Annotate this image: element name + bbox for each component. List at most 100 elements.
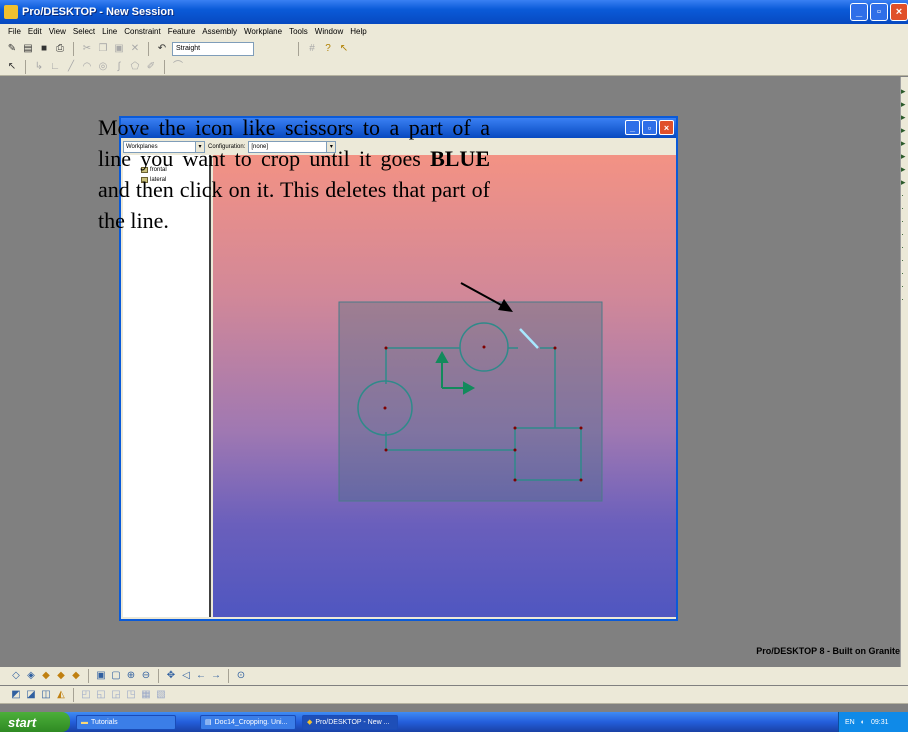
shaded-edges-icon[interactable]: ◆ bbox=[55, 670, 67, 682]
word-doc-icon: ▤ bbox=[205, 719, 212, 726]
save-icon[interactable]: ■ bbox=[38, 43, 50, 55]
pan-icon[interactable]: ✥ bbox=[165, 670, 177, 682]
minimize-button[interactable]: _ bbox=[850, 3, 868, 21]
pattern-icon[interactable]: ▦ bbox=[140, 689, 152, 701]
chamfer-icon[interactable]: ◱ bbox=[95, 689, 107, 701]
diagonal-line-icon[interactable]: ╱ bbox=[65, 61, 77, 73]
zoom-in-icon[interactable]: ⊕ bbox=[125, 670, 137, 682]
menu-tools[interactable]: Tools bbox=[289, 27, 308, 36]
polygon-tool-icon[interactable]: ⬠ bbox=[129, 61, 141, 73]
mirror-icon[interactable]: ▧ bbox=[155, 689, 167, 701]
standard-toolbar: ✎ ▤ ■ ⎙ ✂ ❐ ▣ ✕ ↶ Straight # ? ↖ bbox=[0, 39, 908, 58]
menu-view[interactable]: View bbox=[49, 27, 66, 36]
whats-this-icon[interactable]: ↖ bbox=[338, 43, 350, 55]
task-tutorials[interactable]: ▬ Tutorials bbox=[76, 714, 176, 730]
pencil-icon[interactable]: ✎ bbox=[6, 43, 18, 55]
folder-icon: ▬ bbox=[81, 718, 88, 726]
render-view-icon[interactable]: ◆ bbox=[70, 670, 82, 682]
cut-icon[interactable]: ✂ bbox=[81, 43, 93, 55]
task-label: Doc14_Cropping. Uni... bbox=[214, 718, 288, 726]
print-icon[interactable]: ⎙ bbox=[54, 43, 66, 55]
shell-icon[interactable]: ◲ bbox=[110, 689, 122, 701]
sketch-toolbar: ↖ ↳ ∟ ╱ ◠ ◎ ∫ ⬠ ✐ ⌒ bbox=[0, 58, 908, 76]
toolbar-separator bbox=[148, 41, 149, 56]
task-word-doc[interactable]: ▤ Doc14_Cropping. Uni... bbox=[200, 714, 296, 730]
paste-icon[interactable]: ▣ bbox=[113, 43, 125, 55]
app-icon bbox=[4, 5, 18, 19]
extrude-icon[interactable]: ◩ bbox=[10, 689, 22, 701]
spline-tool-icon[interactable]: ∫ bbox=[113, 61, 125, 73]
network-icon[interactable]: ◐ bbox=[861, 719, 865, 726]
rotate-icon[interactable]: ◁ bbox=[180, 670, 192, 682]
revolve-icon[interactable]: ◪ bbox=[25, 689, 37, 701]
taskbar: start ▬ Tutorials ▤ Doc14_Cropping. Uni...… bbox=[0, 712, 908, 732]
circle-tool-icon[interactable]: ◎ bbox=[97, 61, 109, 73]
undo-icon[interactable]: ↶ bbox=[156, 43, 168, 55]
corner-tool-icon[interactable]: ∟ bbox=[49, 61, 61, 73]
zoom-window-icon[interactable]: ▢ bbox=[110, 670, 122, 682]
menu-file[interactable]: File bbox=[8, 27, 21, 36]
task-label: Tutorials bbox=[91, 718, 118, 726]
zoom-out-icon[interactable]: ⊖ bbox=[140, 670, 152, 682]
sweep-icon[interactable]: ◫ bbox=[40, 689, 52, 701]
menu-line[interactable]: Line bbox=[102, 27, 117, 36]
zoom-fit-icon[interactable]: ▣ bbox=[95, 670, 107, 682]
maximize-button[interactable]: ▫ bbox=[870, 3, 888, 21]
wireframe-view-icon[interactable]: ◈ bbox=[25, 670, 37, 682]
design-maximize-button[interactable]: ▫ bbox=[642, 120, 657, 135]
window-title: Pro/DESKTOP - New Session bbox=[22, 6, 174, 18]
instruction-note: Move the icon like scissors to a part of… bbox=[98, 112, 490, 236]
product-label: Pro/DESKTOP 8 - Built on Granite bbox=[756, 646, 900, 656]
menu-workplane[interactable]: Workplane bbox=[244, 27, 282, 36]
draft-icon[interactable]: ◳ bbox=[125, 689, 137, 701]
arc-tool-icon[interactable]: ◠ bbox=[81, 61, 93, 73]
help-icon[interactable]: ? bbox=[322, 43, 334, 55]
clock: 09:31 bbox=[870, 718, 889, 726]
design-window-controls: _ ▫ × bbox=[625, 120, 674, 135]
window-controls: _ ▫ × bbox=[850, 3, 908, 21]
toolbar-separator bbox=[164, 59, 165, 74]
system-tray: EN ◐ 09:31 bbox=[838, 712, 908, 732]
language-indicator[interactable]: EN bbox=[845, 719, 855, 726]
toolbar-separator bbox=[88, 669, 89, 683]
task-prodesktop[interactable]: ◆ Pro/DESKTOP - New ... bbox=[302, 714, 398, 730]
menu-window[interactable]: Window bbox=[315, 27, 343, 36]
desktop: Pro/DESKTOP - New Session _ ▫ × File Edi… bbox=[0, 0, 908, 732]
next-view-icon[interactable]: → bbox=[210, 670, 222, 682]
prodesktop-icon: ◆ bbox=[307, 719, 313, 726]
menu-help[interactable]: Help bbox=[350, 27, 366, 36]
start-label: start bbox=[8, 714, 37, 730]
copy-icon[interactable]: ❐ bbox=[97, 43, 109, 55]
shaded-view-icon[interactable]: ◆ bbox=[40, 670, 52, 682]
line-tool-icon[interactable]: ↳ bbox=[33, 61, 45, 73]
grid-icon[interactable]: # bbox=[306, 43, 318, 55]
loft-icon[interactable]: ◭ bbox=[55, 689, 67, 701]
open-icon[interactable]: ▤ bbox=[22, 43, 34, 55]
refresh-icon[interactable]: ⊙ bbox=[235, 670, 247, 682]
toolbar-separator bbox=[158, 669, 159, 683]
toolbar-separator bbox=[228, 669, 229, 683]
design-close-button[interactable]: × bbox=[659, 120, 674, 135]
menu-feature[interactable]: Feature bbox=[168, 27, 196, 36]
right-tool-strip: ▸ ▸ ▸ ▸ ▸ ▸ ▸ ▸ · · · · · · · · · bbox=[900, 77, 908, 667]
menu-select[interactable]: Select bbox=[73, 27, 95, 36]
instruction-text-2: and then click on it. This deletes that … bbox=[98, 177, 490, 233]
menu-assembly[interactable]: Assembly bbox=[202, 27, 237, 36]
fillet-icon[interactable]: ◰ bbox=[80, 689, 92, 701]
pen-tool-icon[interactable]: ✐ bbox=[145, 61, 157, 73]
delete-icon[interactable]: ✕ bbox=[129, 43, 141, 55]
start-button[interactable]: start bbox=[0, 712, 70, 732]
isometric-view-icon[interactable]: ◇ bbox=[10, 670, 22, 682]
menu-edit[interactable]: Edit bbox=[28, 27, 42, 36]
trim-tool-icon[interactable]: ⌒ bbox=[172, 61, 184, 73]
feature-toolbar: ◩ ◪ ◫ ◭ ◰ ◱ ◲ ◳ ▦ ▧ bbox=[0, 686, 908, 704]
toolbar-separator bbox=[298, 41, 299, 56]
design-minimize-button[interactable]: _ bbox=[625, 120, 640, 135]
instruction-text-bold: BLUE bbox=[430, 146, 490, 171]
menu-constraint[interactable]: Constraint bbox=[124, 27, 160, 36]
previous-view-icon[interactable]: ← bbox=[195, 670, 207, 682]
menu-bar: File Edit View Select Line Constraint Fe… bbox=[0, 24, 908, 39]
close-button[interactable]: × bbox=[890, 3, 908, 21]
line-style-select[interactable]: Straight bbox=[172, 41, 254, 56]
select-tool-icon[interactable]: ↖ bbox=[6, 61, 18, 73]
